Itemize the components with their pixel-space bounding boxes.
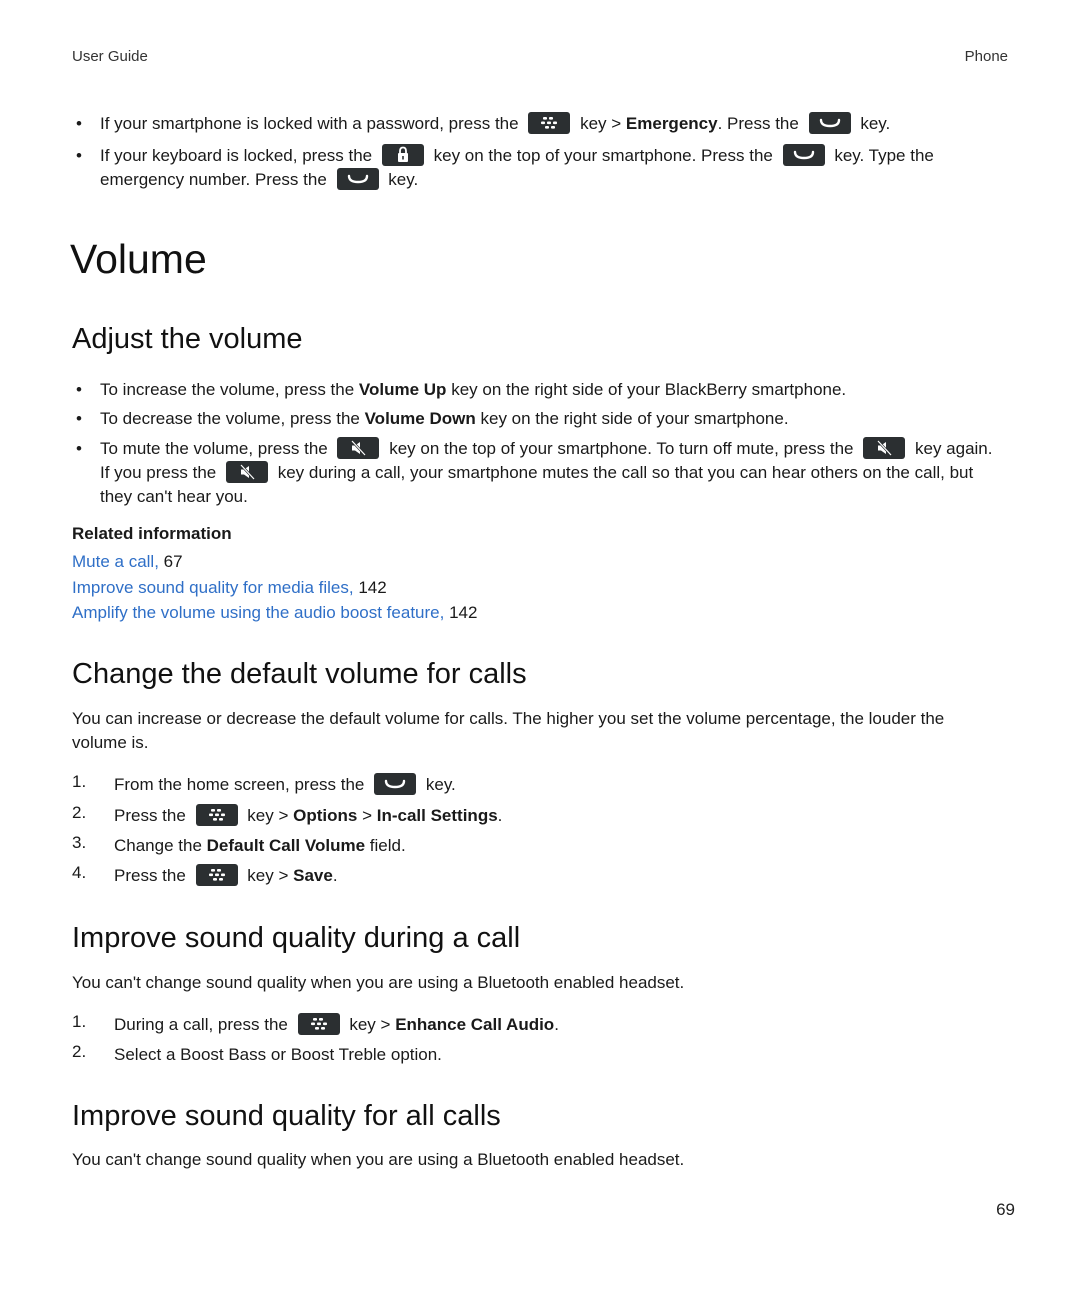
bold-term: Default Call Volume — [206, 836, 366, 855]
text: To decrease the volume, press the — [100, 409, 360, 428]
section-intro: You can't change sound quality when you … — [72, 1150, 685, 1169]
bold-term: Volume Up — [358, 380, 447, 399]
section-heading-quality-all-calls: Improve sound quality for all calls — [72, 1100, 501, 1132]
section-heading-quality-during-call: Improve sound quality during a call — [72, 922, 521, 954]
bold-term: Volume Down — [364, 409, 476, 428]
send-key-icon — [782, 144, 825, 166]
related-link-item: Mute a call, 67 — [72, 550, 183, 574]
bold-term: In-call Settings — [376, 806, 498, 825]
bullet-dot: • — [76, 439, 82, 458]
text: Press the — [114, 866, 186, 885]
bold-term: Options — [293, 806, 358, 825]
text: If your smartphone is locked with a pass… — [100, 114, 519, 133]
menu-key-icon — [297, 1013, 340, 1035]
related-page-number: 142 — [449, 603, 478, 622]
text: key again. — [914, 439, 993, 458]
text: key. — [860, 114, 891, 133]
related-link-mute-a-call[interactable]: Mute a call, — [72, 552, 159, 571]
text: > — [362, 806, 373, 825]
text: . — [332, 866, 338, 885]
step-item: 3. Change the Default Call Volume field. — [72, 833, 406, 858]
related-page-number: 67 — [163, 552, 183, 571]
page-title: Volume — [70, 236, 207, 282]
step-number: 1. — [72, 772, 87, 791]
menu-key-icon — [528, 112, 571, 134]
step-item: 2. Press the key > Options > In-call Set… — [72, 803, 503, 828]
running-header-title: User Guide — [72, 48, 148, 65]
section-intro: You can't change sound quality when you … — [72, 973, 685, 992]
text: To mute the volume, press the — [100, 439, 328, 458]
bullet-item: • If your smartphone is locked with a pa… — [72, 112, 1012, 136]
related-link-item: Amplify the volume using the audio boost… — [72, 601, 477, 625]
text: If you press the — [100, 463, 217, 482]
step-item: 1. During a call, press the key > Enhanc… — [72, 1012, 559, 1037]
running-header-section: Phone — [964, 48, 1008, 65]
text: During a call, press the — [114, 1015, 288, 1034]
text: If your keyboard is locked, press the — [100, 146, 373, 165]
text: key on the top of your smartphone. Press… — [433, 146, 773, 165]
mute-key-icon — [337, 437, 380, 459]
step-number: 2. — [72, 1042, 87, 1061]
related-page-number: 142 — [358, 578, 387, 597]
text: emergency number. Press the — [100, 170, 327, 189]
text: key. Type the — [834, 146, 934, 165]
mute-key-icon — [225, 461, 268, 483]
send-key-icon — [808, 112, 851, 134]
text: field. — [369, 836, 406, 855]
section-intro: You can increase or decrease the default… — [72, 709, 945, 752]
text: . — [554, 1015, 559, 1034]
text: key > — [247, 806, 289, 825]
lock-key-icon — [381, 144, 424, 166]
section-heading-adjust: Adjust the volume — [72, 323, 303, 355]
send-key-icon — [336, 168, 379, 190]
step-number: 4. — [72, 863, 87, 882]
text: key during a call, your smartphone mutes… — [277, 463, 974, 482]
bullet-dot: • — [76, 380, 82, 399]
step-item: 4. Press the key > Save. — [72, 863, 338, 888]
bold-term: Enhance Call Audio — [395, 1015, 555, 1034]
related-information-heading: Related information — [72, 524, 232, 543]
text: key. — [388, 170, 419, 189]
step-number: 2. — [72, 803, 87, 822]
section-heading-default-volume: Change the default volume for calls — [72, 658, 527, 690]
send-key-icon — [374, 773, 417, 795]
step-number: 1. — [72, 1012, 87, 1031]
text: . — [497, 806, 503, 825]
bold-term: Save — [293, 866, 333, 885]
text: Change the — [114, 836, 202, 855]
text: From the home screen, press the — [114, 775, 365, 794]
related-link-item: Improve sound quality for media files, 1… — [72, 576, 387, 600]
bullet-item: • To decrease the volume, press the Volu… — [72, 407, 1012, 431]
text: key > — [349, 1015, 391, 1034]
bold-term: Emergency — [625, 114, 718, 133]
text: they can't hear you. — [100, 487, 248, 506]
text: Press the — [114, 806, 186, 825]
text: key on the top of your smartphone. To tu… — [389, 439, 854, 458]
text: key on the right side of your smartphone… — [480, 409, 789, 428]
bullet-dot: • — [76, 409, 82, 428]
related-link-audio-boost[interactable]: Amplify the volume using the audio boost… — [72, 603, 444, 622]
text: key > — [580, 114, 622, 133]
text: key on the right side of your BlackBerry… — [451, 380, 847, 399]
text: . Press the — [717, 114, 799, 133]
bullet-dot: • — [76, 114, 82, 133]
bullet-item: • If your keyboard is locked, press the … — [72, 144, 1012, 192]
text: key. — [425, 775, 456, 794]
bullet-item: • To increase the volume, press the Volu… — [72, 378, 1012, 402]
mute-key-icon — [863, 437, 906, 459]
step-item: 2. Select a Boost Bass or Boost Treble o… — [72, 1042, 442, 1067]
bullet-dot: • — [76, 146, 82, 165]
text: Select a Boost Bass or Boost Treble opti… — [114, 1045, 442, 1064]
related-link-media-files[interactable]: Improve sound quality for media files, — [72, 578, 354, 597]
text: key > — [247, 866, 289, 885]
text: To increase the volume, press the — [100, 380, 355, 399]
page-number: 69 — [996, 1200, 1015, 1219]
step-item: 1. From the home screen, press the key. — [72, 772, 456, 797]
step-number: 3. — [72, 833, 87, 852]
menu-key-icon — [195, 864, 238, 886]
menu-key-icon — [195, 804, 238, 826]
bullet-item: • To mute the volume, press the key on t… — [72, 437, 1012, 509]
